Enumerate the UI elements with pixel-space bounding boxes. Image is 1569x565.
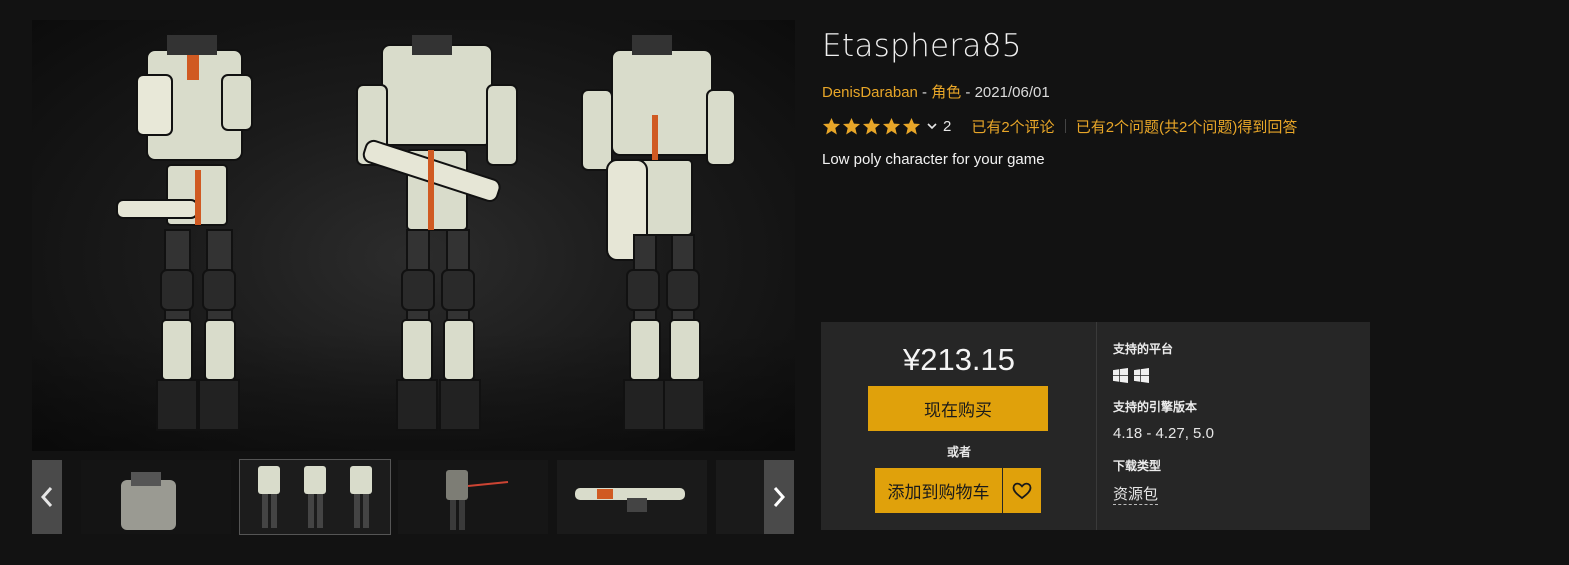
star-icon bbox=[902, 117, 921, 134]
buy-now-button[interactable]: 现在购买 bbox=[868, 386, 1048, 431]
reviews-link[interactable]: 已有2个评论 bbox=[971, 116, 1054, 137]
download-type-value[interactable]: 资源包 bbox=[1113, 483, 1159, 505]
star-icon bbox=[862, 117, 881, 134]
thumbnail-image bbox=[398, 460, 548, 534]
thumbnail-image bbox=[240, 460, 390, 534]
rating-row: 2 已有2个评论 已有2个问题(共2个问题)得到回答 bbox=[822, 115, 1297, 137]
thumbnail-4[interactable] bbox=[557, 460, 707, 534]
rating-stars[interactable] bbox=[822, 117, 921, 136]
product-meta: DenisDaraban - 角色 - 2021/06/01 bbox=[822, 81, 1050, 102]
product-title: Etasphera85 bbox=[822, 28, 1022, 64]
robot-three-quarter-figure bbox=[581, 35, 736, 431]
thumbnail-1[interactable] bbox=[81, 460, 231, 534]
robot-front-figure bbox=[116, 35, 253, 431]
gallery-prev-button[interactable] bbox=[32, 460, 62, 534]
chevron-left-icon bbox=[40, 487, 53, 507]
main-preview-image[interactable] bbox=[32, 20, 795, 451]
gallery-next-button[interactable] bbox=[764, 460, 794, 534]
meta-separator: - bbox=[917, 84, 932, 101]
release-date: 2021/06/01 bbox=[974, 84, 1050, 101]
questions-link[interactable]: 已有2个问题(共2个问题)得到回答 bbox=[1076, 116, 1298, 137]
windows-icon bbox=[1134, 368, 1149, 383]
platforms-label: 支持的平台 bbox=[1113, 342, 1174, 356]
wishlist-button[interactable] bbox=[1003, 468, 1041, 513]
purchase-actions: ¥213.15 现在购买 或者 添加到购物车 bbox=[821, 322, 1097, 530]
heart-icon bbox=[1012, 482, 1032, 499]
windows-icon bbox=[1113, 368, 1128, 383]
robot-side-figure bbox=[356, 35, 518, 431]
engine-version-value: 4.18 - 4.27, 5.0 bbox=[1113, 425, 1214, 442]
thumbnail-3[interactable] bbox=[398, 460, 548, 534]
rating-count: 2 bbox=[943, 117, 952, 135]
product-description: Low poly character for your game bbox=[822, 151, 1045, 168]
chevron-down-icon[interactable] bbox=[926, 120, 938, 132]
chevron-right-icon bbox=[773, 487, 786, 507]
thumbnail-strip bbox=[32, 459, 795, 535]
star-icon bbox=[882, 117, 901, 134]
star-icon bbox=[842, 117, 861, 134]
or-label: 或者 bbox=[946, 445, 971, 459]
add-to-cart-button[interactable]: 添加到购物车 bbox=[875, 468, 1002, 513]
divider bbox=[1064, 119, 1066, 133]
purchase-panel: ¥213.15 现在购买 或者 添加到购物车 支持的平台 支持的引擎版本 4.1… bbox=[821, 322, 1370, 530]
engine-version-label: 支持的引擎版本 bbox=[1113, 400, 1198, 414]
price: ¥213.15 bbox=[902, 342, 1016, 377]
thumbnail-2[interactable] bbox=[239, 459, 391, 535]
author-link[interactable]: DenisDaraban bbox=[822, 84, 918, 101]
thumbnail-image bbox=[557, 460, 707, 534]
star-icon bbox=[822, 117, 841, 134]
download-type-label: 下载类型 bbox=[1113, 459, 1162, 473]
category-link[interactable]: 角色 bbox=[931, 84, 961, 101]
thumbnail-image bbox=[81, 460, 231, 534]
meta-separator: - bbox=[961, 84, 975, 101]
thumbnail-5[interactable] bbox=[716, 460, 764, 534]
